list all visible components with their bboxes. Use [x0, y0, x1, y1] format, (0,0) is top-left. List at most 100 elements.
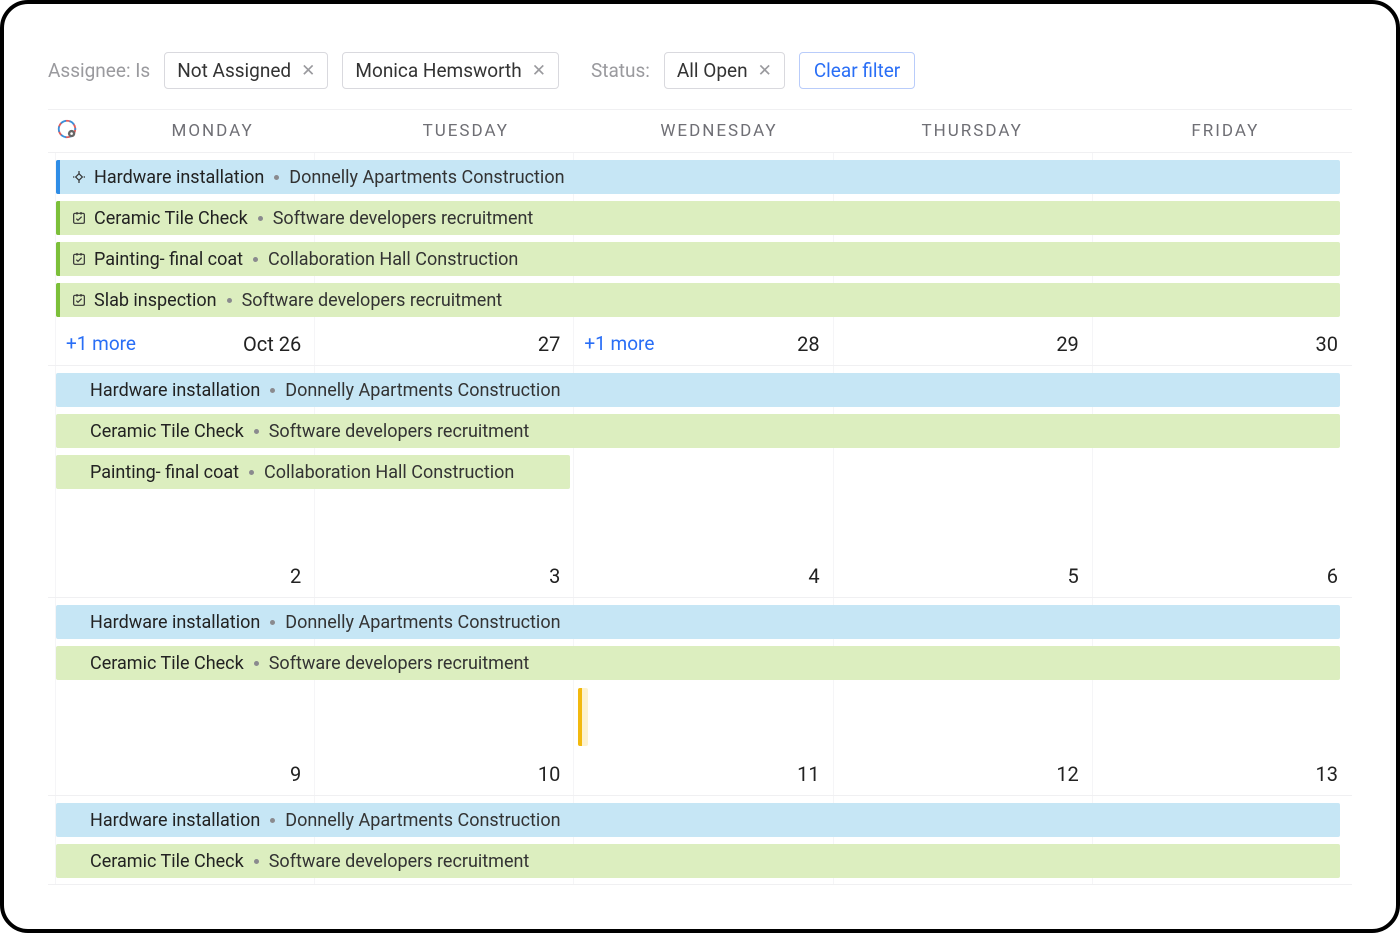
date-cell[interactable]: 5: [834, 564, 1093, 588]
separator-dot: [253, 257, 258, 262]
calendar-week: Hardware installation Donnelly Apartment…: [48, 366, 1352, 598]
event-project: Software developers recruitment: [269, 421, 530, 442]
date-cell[interactable]: 6: [1093, 564, 1352, 588]
date-row: 9 10 11 12 13: [48, 753, 1352, 795]
event-row: Hardware installation Donnelly Apartment…: [48, 604, 1352, 640]
event-bar[interactable]: Ceramic Tile Check Software developers r…: [56, 646, 1340, 680]
date-cell[interactable]: 10: [315, 762, 574, 786]
date-cell[interactable]: 9: [56, 762, 315, 786]
event-title: Hardware installation: [90, 810, 260, 831]
event-project: Collaboration Hall Construction: [268, 249, 518, 270]
date-number: 12: [1056, 762, 1078, 786]
filter-chip-not-assigned[interactable]: Not Assigned ✕: [164, 52, 328, 89]
day-header-thu: THURSDAY: [846, 121, 1099, 141]
event-bar[interactable]: Ceramic Tile Check Software developers r…: [56, 844, 1340, 878]
clear-filter-button[interactable]: Clear filter: [799, 52, 915, 89]
task-icon: [70, 210, 88, 226]
filter-chip-monica[interactable]: Monica Hemsworth ✕: [342, 52, 559, 89]
milestone-icon: [70, 169, 88, 185]
event-bar[interactable]: Hardware installation Donnelly Apartment…: [56, 373, 1340, 407]
date-number: 10: [538, 762, 560, 786]
separator-dot: [254, 661, 259, 666]
event-project: Donnelly Apartments Construction: [285, 612, 560, 633]
date-number: 4: [808, 564, 819, 588]
event-stripe: [56, 160, 60, 194]
date-number: 6: [1327, 564, 1338, 588]
event-project: Donnelly Apartments Construction: [289, 167, 564, 188]
event-bar[interactable]: Ceramic Tile Check Software developers r…: [56, 414, 1340, 448]
separator-dot: [254, 429, 259, 434]
separator-dot: [249, 470, 254, 475]
event-row: Ceramic Tile Check Software developers r…: [48, 200, 1352, 236]
separator-dot: [258, 216, 263, 221]
day-header-tue: TUESDAY: [339, 121, 592, 141]
calendar-week: Hardware installation Donnelly Apartment…: [48, 153, 1352, 366]
date-number: 13: [1316, 762, 1338, 786]
event-title: Ceramic Tile Check: [90, 851, 244, 872]
filter-chip-status[interactable]: All Open ✕: [664, 52, 785, 89]
date-number: 27: [538, 332, 560, 356]
day-header-fri: FRIDAY: [1099, 121, 1352, 141]
date-cell[interactable]: 12: [834, 762, 1093, 786]
date-row: +1 more Oct 26 27 +1 more 28 29 30: [48, 323, 1352, 365]
event-project: Collaboration Hall Construction: [264, 462, 514, 483]
event-project: Software developers recruitment: [273, 208, 534, 229]
weeks-container: Hardware installation Donnelly Apartment…: [48, 153, 1352, 885]
view-settings-icon[interactable]: [56, 118, 78, 144]
day-header-wed: WEDNESDAY: [592, 121, 845, 141]
event-bar[interactable]: Painting- final coat Collaboration Hall …: [56, 455, 570, 489]
date-cell[interactable]: 2: [56, 564, 315, 588]
date-cell[interactable]: 30: [1093, 332, 1352, 356]
calendar-view: Assignee: Is Not Assigned ✕ Monica Hemsw…: [0, 0, 1400, 933]
chip-remove-icon[interactable]: ✕: [301, 61, 315, 81]
event-row: Painting- final coat Collaboration Hall …: [48, 241, 1352, 277]
date-cell[interactable]: +1 more Oct 26: [56, 332, 315, 356]
event-title: Painting- final coat: [94, 249, 243, 270]
event-bar[interactable]: Slab inspection Software developers recr…: [56, 283, 1340, 317]
date-cell[interactable]: 13: [1093, 762, 1352, 786]
event-title: Ceramic Tile Check: [90, 653, 244, 674]
event-project: Software developers recruitment: [269, 653, 530, 674]
date-number: 11: [797, 762, 819, 786]
date-number: 28: [797, 332, 819, 356]
date-cell[interactable]: 11: [574, 762, 833, 786]
event-bar[interactable]: Hardware installation Donnelly Apartment…: [56, 803, 1340, 837]
event-card[interactable]: Issue1 TestProjectWithCustomFields: [578, 688, 588, 746]
chip-remove-icon[interactable]: ✕: [758, 61, 772, 81]
event-project: Donnelly Apartments Construction: [285, 380, 560, 401]
separator-dot: [270, 818, 275, 823]
event-row: Painting- final coat Collaboration Hall …: [48, 454, 1352, 490]
task-icon: [70, 292, 88, 308]
task-icon: [70, 251, 88, 267]
more-link[interactable]: +1 more: [584, 332, 654, 356]
event-row: Ceramic Tile Check Software developers r…: [48, 645, 1352, 681]
event-bar[interactable]: Hardware installation Donnelly Apartment…: [56, 160, 1340, 194]
date-cell[interactable]: 3: [315, 564, 574, 588]
event-title: Hardware installation: [94, 167, 264, 188]
event-title: Ceramic Tile Check: [94, 208, 248, 229]
separator-dot: [274, 175, 279, 180]
event-row: Hardware installation Donnelly Apartment…: [48, 372, 1352, 408]
filter-assignee-label: Assignee: Is: [48, 59, 150, 82]
event-stripe: [56, 283, 60, 317]
event-title: Painting- final coat: [90, 462, 239, 483]
date-number: 2: [290, 564, 301, 588]
date-number: Oct 26: [243, 332, 301, 356]
event-row: Slab inspection Software developers recr…: [48, 282, 1352, 318]
date-cell[interactable]: 29: [834, 332, 1093, 356]
more-link[interactable]: +1 more: [66, 332, 136, 356]
chip-label: Monica Hemsworth: [355, 59, 521, 82]
separator-dot: [254, 859, 259, 864]
chip-remove-icon[interactable]: ✕: [532, 61, 546, 81]
date-cell[interactable]: +1 more 28: [574, 332, 833, 356]
date-number: 29: [1056, 332, 1078, 356]
event-bar[interactable]: Ceramic Tile Check Software developers r…: [56, 201, 1340, 235]
day-header-mon: MONDAY: [86, 121, 339, 141]
date-cell[interactable]: 4: [574, 564, 833, 588]
filter-bar: Assignee: Is Not Assigned ✕ Monica Hemsw…: [48, 52, 1352, 89]
date-cell[interactable]: 27: [315, 332, 574, 356]
date-number: 5: [1068, 564, 1079, 588]
event-project: Software developers recruitment: [269, 851, 530, 872]
event-bar[interactable]: Hardware installation Donnelly Apartment…: [56, 605, 1340, 639]
event-bar[interactable]: Painting- final coat Collaboration Hall …: [56, 242, 1340, 276]
